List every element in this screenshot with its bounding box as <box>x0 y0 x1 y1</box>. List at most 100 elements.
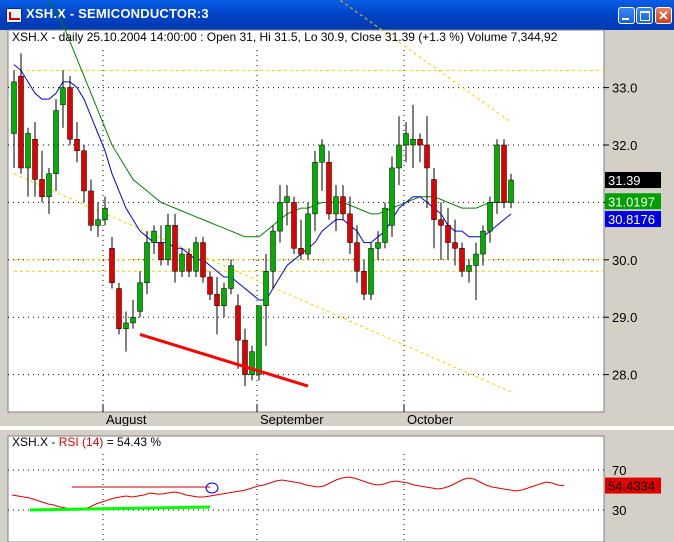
candle <box>200 236 206 283</box>
candle <box>291 196 297 255</box>
candle-body <box>375 242 381 249</box>
candle-body <box>144 242 150 284</box>
candle-body <box>368 248 374 295</box>
rsi-level-label: 70 <box>612 463 626 478</box>
chart-canvas[interactable]: 28.029.030.031.032.033.0 AugustSeptember… <box>0 0 674 542</box>
candle <box>116 282 122 335</box>
month-label: October <box>407 412 454 427</box>
candle-body <box>214 293 220 306</box>
candle-body <box>109 248 115 284</box>
rsi-panel <box>7 435 605 542</box>
candle-body <box>424 144 430 169</box>
price-badge: 31.0197 <box>605 193 661 210</box>
candle-body <box>32 139 38 180</box>
candle-body <box>249 351 255 375</box>
candle-body <box>102 207 108 220</box>
candle-body <box>256 305 262 375</box>
candle-body <box>326 161 332 215</box>
candle <box>368 242 374 300</box>
candle-body <box>18 75 24 169</box>
month-label: September <box>260 412 324 427</box>
candle-body <box>445 225 451 243</box>
candle-body <box>452 242 458 249</box>
candle-body <box>473 253 479 266</box>
rsi-value-badge: 54.4334 <box>605 477 661 494</box>
candle-body <box>235 305 241 341</box>
price-tick-label: 32.0 <box>612 138 637 153</box>
candle-body <box>466 265 472 272</box>
candle-body <box>60 87 66 106</box>
candle-body <box>179 253 185 272</box>
candle-body <box>95 219 101 226</box>
candle-body <box>417 139 423 146</box>
candle-body <box>347 213 353 243</box>
candle-body <box>172 225 178 272</box>
candle-body <box>270 230 276 272</box>
candle-body <box>25 133 31 169</box>
candle-body <box>137 282 143 312</box>
candle-body <box>487 202 493 232</box>
candle <box>193 236 199 278</box>
price-axis-ticks: 28.029.030.031.032.033.0 <box>604 81 637 383</box>
candle-body <box>207 276 213 295</box>
candle-body <box>291 202 297 249</box>
candle-body <box>277 202 283 232</box>
candle-body <box>382 207 388 243</box>
rsi-header: XSH.X - RSI (14) = 54.43 % <box>12 435 161 449</box>
candle-body <box>438 219 444 226</box>
candle-body <box>312 161 318 215</box>
candle-body <box>46 173 52 197</box>
price-badge-text: 30.8176 <box>608 212 655 227</box>
candle-body <box>74 139 80 151</box>
candle-body <box>193 242 199 272</box>
candle-body <box>501 144 507 203</box>
candle-body <box>431 179 437 220</box>
rsi-level-label: 30 <box>612 503 626 518</box>
candle-body <box>53 110 59 174</box>
price-badge: 30.8176 <box>605 211 661 228</box>
candle-body <box>130 316 136 324</box>
candle-body <box>284 196 290 203</box>
candle <box>389 156 395 237</box>
price-badge-text: 31.0197 <box>608 194 655 209</box>
candle-body <box>508 179 514 203</box>
price-badge: 31.39 <box>605 172 661 189</box>
candle-body <box>123 322 129 329</box>
candle-body <box>354 242 360 272</box>
price-header: XSH.X - daily 25.10.2004 14:00:00 : Open… <box>12 30 558 44</box>
candle-body <box>200 242 206 278</box>
candle-body <box>158 242 164 261</box>
candle-body <box>494 144 500 203</box>
candle-body <box>81 150 87 192</box>
candle-body <box>263 271 269 306</box>
price-badges: 36.154431.3931.019730.8176 <box>605 172 661 228</box>
candle-body <box>228 265 234 289</box>
candle-body <box>298 248 304 255</box>
candle-body <box>403 133 409 146</box>
candle-body <box>88 190 94 226</box>
candle-body <box>151 230 157 243</box>
rsi-title-suffix: = 54.43 % <box>103 435 161 449</box>
candle-body <box>319 144 325 163</box>
candle-body <box>333 196 339 215</box>
rsi-title-prefix: XSH.X - <box>12 435 59 449</box>
candle-body <box>11 81 17 134</box>
candle-body <box>221 288 227 306</box>
candle <box>382 202 388 249</box>
month-label: August <box>106 412 147 427</box>
candle-body <box>67 87 73 140</box>
candle-body <box>116 288 122 329</box>
candle <box>501 139 507 209</box>
price-tick-label: 28.0 <box>612 368 637 383</box>
price-tick-label: 29.0 <box>612 310 637 325</box>
candle-body <box>410 139 416 146</box>
rsi-badge-text: 54.4334 <box>608 479 655 494</box>
candle-body <box>165 225 171 261</box>
candle-body <box>396 144 402 169</box>
candle-body <box>186 253 192 272</box>
panel-divider[interactable] <box>0 426 674 430</box>
price-tick-label: 33.0 <box>612 81 637 96</box>
candle-body <box>389 167 395 226</box>
candle-body <box>39 179 45 197</box>
candle-body <box>340 196 346 215</box>
